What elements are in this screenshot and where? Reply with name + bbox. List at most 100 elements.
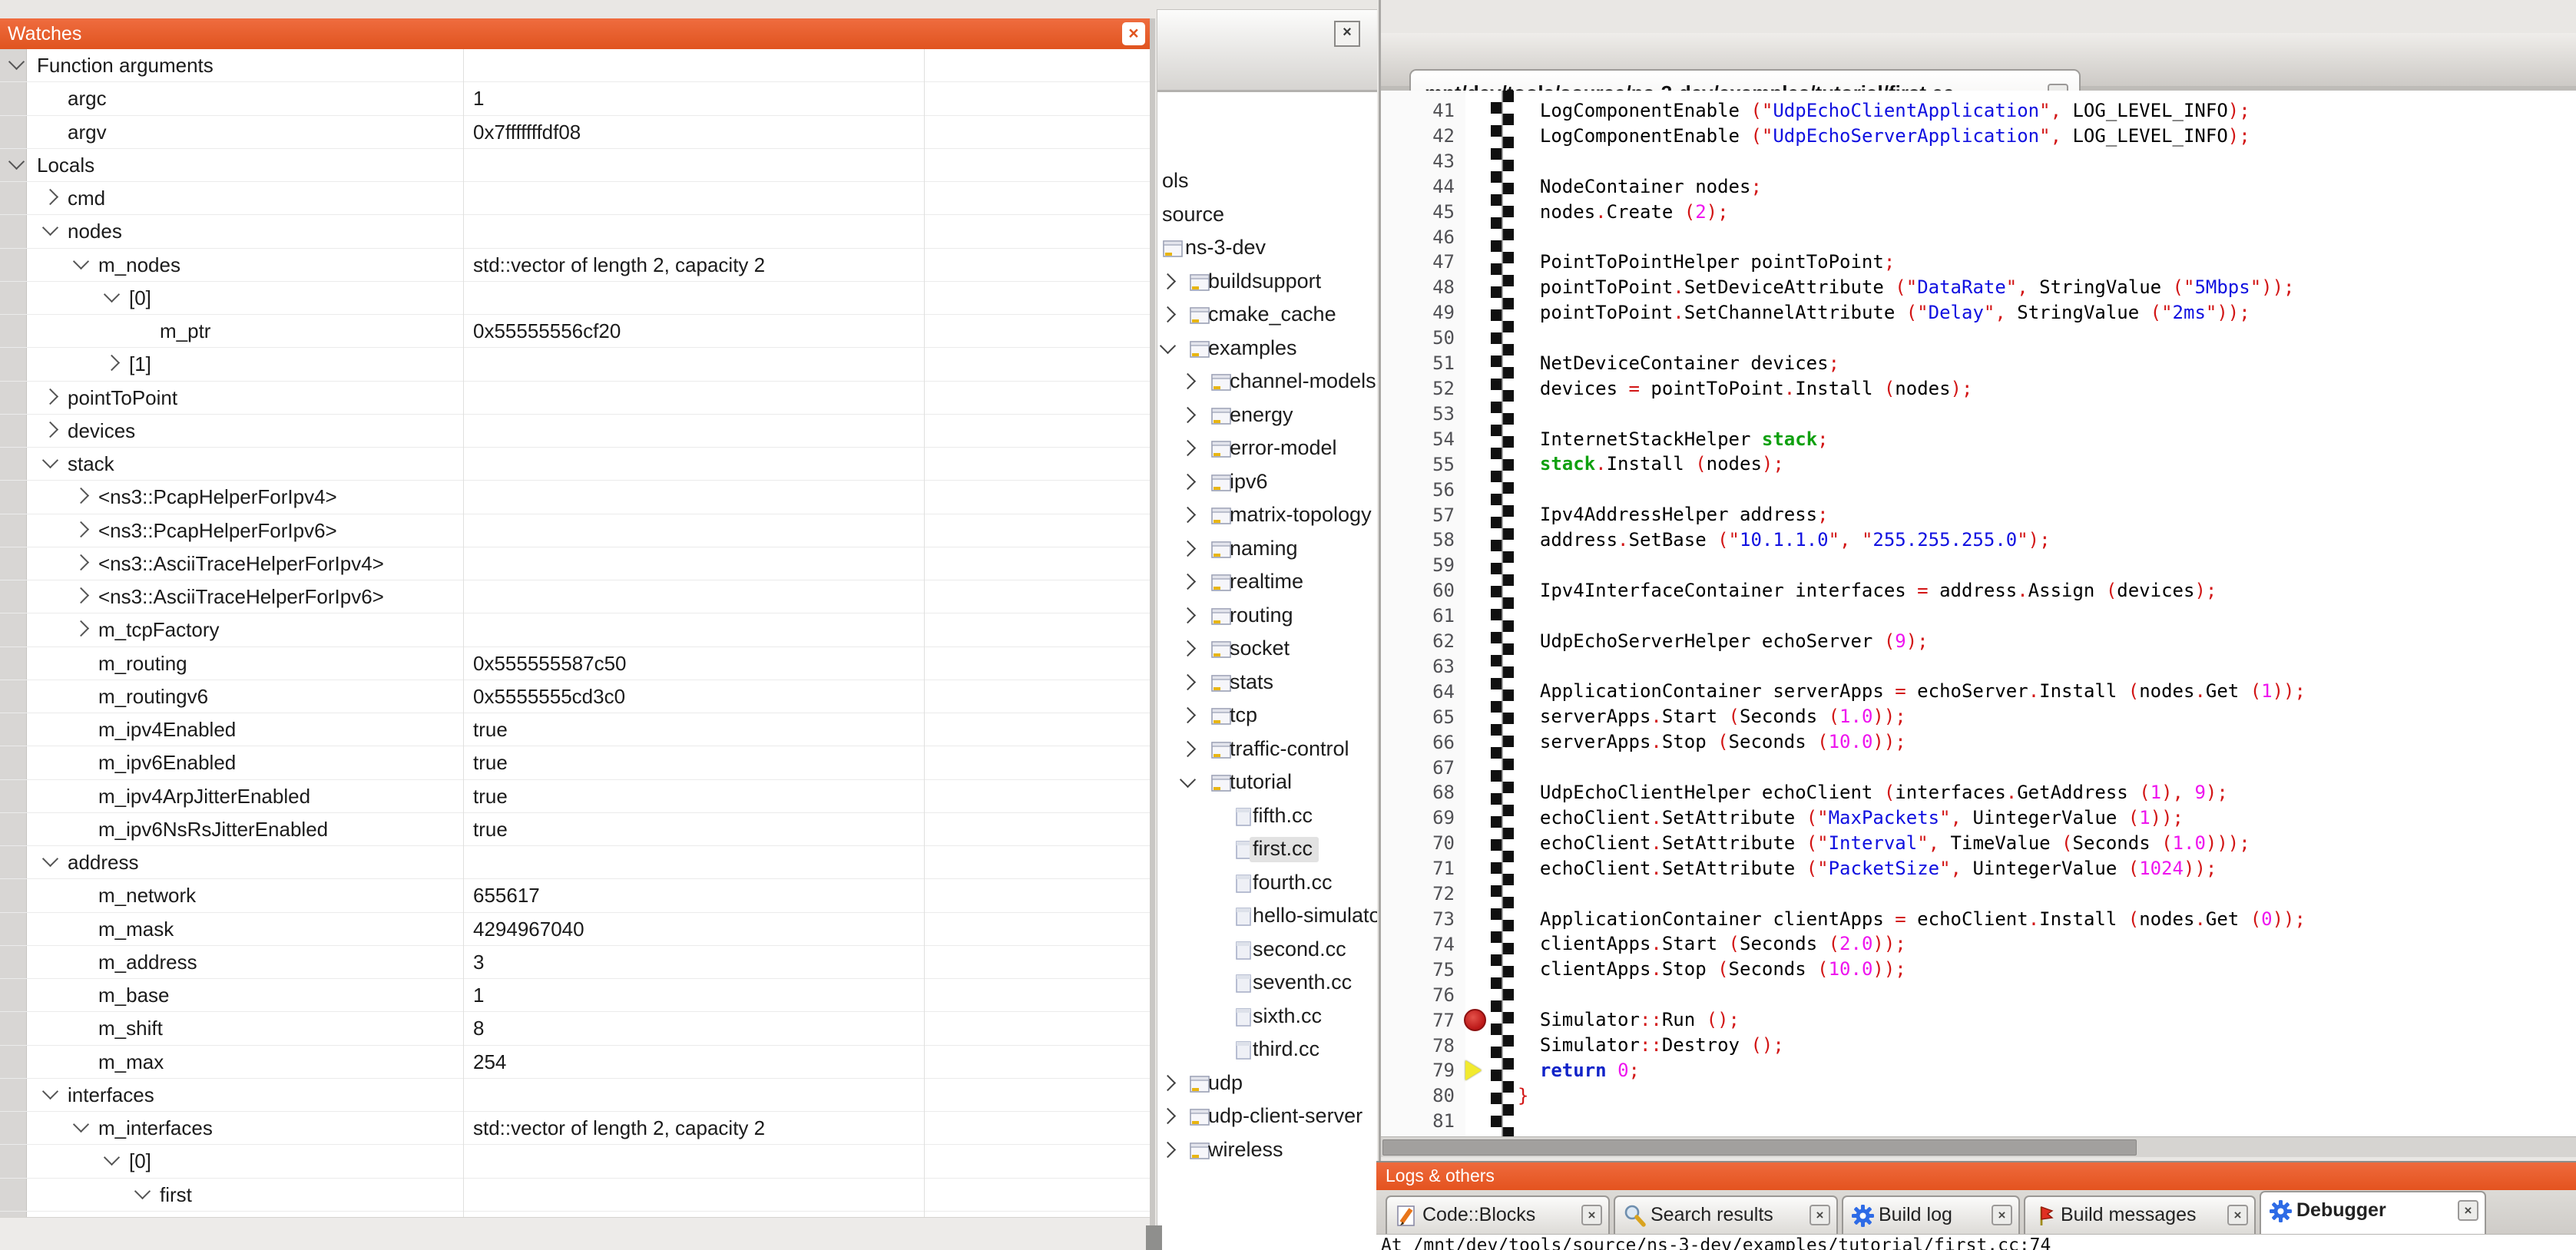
project-tree[interactable]: olssourcens-3-devbuildsupportcmake_cache…: [1157, 92, 1377, 1250]
expander-icon[interactable]: [1160, 1141, 1176, 1157]
editor-hscrollbar-thumb[interactable]: [1382, 1139, 2137, 1156]
watch-row[interactable]: devices: [0, 415, 1150, 448]
watch-row[interactable]: <ns3::PcapHelperForIpv6>: [0, 514, 1150, 547]
watch-row[interactable]: <ns3::AsciiTraceHelperForIpv6>: [0, 580, 1150, 613]
management-header[interactable]: ×: [1157, 10, 1377, 92]
tree-item-sixth-cc[interactable]: sixth.cc: [1157, 1001, 1377, 1035]
expander-icon[interactable]: [1160, 306, 1176, 322]
close-icon[interactable]: ×: [1334, 21, 1360, 47]
watch-row[interactable]: first: [0, 1179, 1150, 1212]
line-number[interactable]: 64: [1381, 680, 1455, 705]
expander-icon[interactable]: [42, 851, 58, 867]
logs-tab-debugger[interactable]: Debugger×: [2260, 1191, 2486, 1234]
watch-row[interactable]: [0]: [0, 282, 1150, 315]
line-number[interactable]: 66: [1381, 730, 1455, 756]
expander-icon[interactable]: [73, 554, 89, 570]
line-number[interactable]: 60: [1381, 578, 1455, 604]
tree-item-matrix-topology[interactable]: matrix-topology: [1157, 500, 1377, 534]
watch-row[interactable]: cmd: [0, 182, 1150, 215]
watch-row[interactable]: stack: [0, 448, 1150, 481]
expander-icon[interactable]: [42, 189, 58, 205]
watches-hscrollbar[interactable]: [0, 1217, 1150, 1250]
watch-row[interactable]: Function arguments: [0, 49, 1150, 82]
watch-row[interactable]: m_max254: [0, 1046, 1150, 1079]
tree-item-tutorial[interactable]: tutorial: [1157, 767, 1377, 801]
watch-row[interactable]: argv0x7fffffffdf08: [0, 116, 1150, 149]
watch-row[interactable]: m_ipv6Enabledtrue: [0, 746, 1150, 779]
line-number[interactable]: 73: [1381, 907, 1455, 932]
expander-icon[interactable]: [73, 521, 89, 537]
tree-item-source[interactable]: source: [1157, 200, 1377, 233]
expander-icon[interactable]: [73, 488, 89, 504]
watch-row[interactable]: interfaces: [0, 1079, 1150, 1112]
expander-icon[interactable]: [1180, 440, 1196, 456]
expander-icon[interactable]: [1160, 337, 1176, 353]
line-number[interactable]: 70: [1381, 831, 1455, 856]
line-number[interactable]: 65: [1381, 705, 1455, 730]
editor-content[interactable]: 4142434445464748495051525354555657585960…: [1381, 91, 2576, 1136]
watch-row[interactable]: address: [0, 846, 1150, 879]
tree-item-stats[interactable]: stats: [1157, 667, 1377, 701]
line-number[interactable]: 42: [1381, 124, 1455, 149]
tree-item-routing[interactable]: routing: [1157, 600, 1377, 634]
line-number[interactable]: 43: [1381, 149, 1455, 174]
expander-icon[interactable]: [1180, 740, 1196, 756]
tree-item-fourth-cc[interactable]: fourth.cc: [1157, 868, 1377, 901]
watches-titlebar[interactable]: Watches ×: [0, 18, 1150, 49]
expander-icon[interactable]: [1180, 673, 1196, 689]
line-number[interactable]: 55: [1381, 452, 1455, 478]
tree-item-traffic-control[interactable]: traffic-control: [1157, 734, 1377, 768]
line-number[interactable]: 53: [1381, 402, 1455, 427]
expander-icon[interactable]: [8, 154, 25, 170]
line-number[interactable]: 51: [1381, 351, 1455, 376]
line-number[interactable]: 54: [1381, 427, 1455, 452]
watch-row[interactable]: m_interfacesstd::vector of length 2, cap…: [0, 1112, 1150, 1145]
watch-row[interactable]: m_shift8: [0, 1012, 1150, 1045]
editor-hscrollbar[interactable]: [1381, 1136, 2576, 1157]
line-number[interactable]: 41: [1381, 98, 1455, 124]
column-divider[interactable]: [924, 49, 925, 1217]
expander-icon[interactable]: [42, 220, 58, 236]
tree-item-fifth-cc[interactable]: fifth.cc: [1157, 801, 1377, 835]
logs-tab-code-blocks[interactable]: Code::Blocks×: [1386, 1195, 1610, 1234]
close-icon[interactable]: ×: [1992, 1205, 2012, 1225]
expander-icon[interactable]: [1180, 473, 1196, 489]
watch-row[interactable]: [0]: [0, 1145, 1150, 1178]
line-number[interactable]: 62: [1381, 629, 1455, 654]
expander-icon[interactable]: [1180, 707, 1196, 723]
watches-table[interactable]: Function argumentsargc1argv0x7fffffffdf0…: [0, 49, 1150, 1217]
line-number[interactable]: 72: [1381, 881, 1455, 907]
line-number[interactable]: 78: [1381, 1033, 1455, 1059]
watch-row[interactable]: m_tcpFactory: [0, 613, 1150, 646]
tree-item-channel-models[interactable]: channel-models: [1157, 366, 1377, 400]
logs-tab-search-results[interactable]: Search results×: [1614, 1195, 1838, 1234]
tree-item-examples[interactable]: examples: [1157, 333, 1377, 367]
expander-icon[interactable]: [104, 355, 120, 371]
tree-item-udp-client-server[interactable]: udp-client-server: [1157, 1101, 1377, 1135]
tree-item-hello-simulator-cc[interactable]: hello-simulator.cc: [1157, 901, 1377, 934]
expander-icon[interactable]: [1180, 640, 1196, 656]
line-number[interactable]: 69: [1381, 805, 1455, 831]
tree-item-ols[interactable]: ols: [1157, 166, 1377, 200]
tree-item-ns-3-dev[interactable]: ns-3-dev: [1157, 233, 1377, 266]
tree-item-cmake-cache[interactable]: cmake_cache: [1157, 299, 1377, 333]
expander-icon[interactable]: [42, 388, 58, 404]
resize-grip[interactable]: [1146, 1225, 1162, 1250]
line-number[interactable]: 46: [1381, 225, 1455, 250]
line-number[interactable]: 75: [1381, 957, 1455, 983]
line-number[interactable]: 74: [1381, 932, 1455, 957]
expander-icon[interactable]: [73, 1116, 89, 1133]
tree-item-socket[interactable]: socket: [1157, 633, 1377, 667]
watch-row[interactable]: m_ptr0x55555556cf20: [0, 315, 1150, 348]
tree-item-third-cc[interactable]: third.cc: [1157, 1034, 1377, 1068]
tree-item-wireless[interactable]: wireless: [1157, 1135, 1377, 1169]
watch-row[interactable]: m_network655617: [0, 879, 1150, 912]
expander-icon[interactable]: [1180, 373, 1196, 389]
watch-row[interactable]: m_base1: [0, 979, 1150, 1012]
tree-item-second-cc[interactable]: second.cc: [1157, 934, 1377, 968]
line-number[interactable]: 63: [1381, 654, 1455, 680]
watch-row[interactable]: m_ipv4Enabledtrue: [0, 713, 1150, 746]
watch-row[interactable]: Locals: [0, 149, 1150, 182]
line-number[interactable]: 61: [1381, 604, 1455, 629]
close-icon[interactable]: ×: [1581, 1205, 1602, 1225]
